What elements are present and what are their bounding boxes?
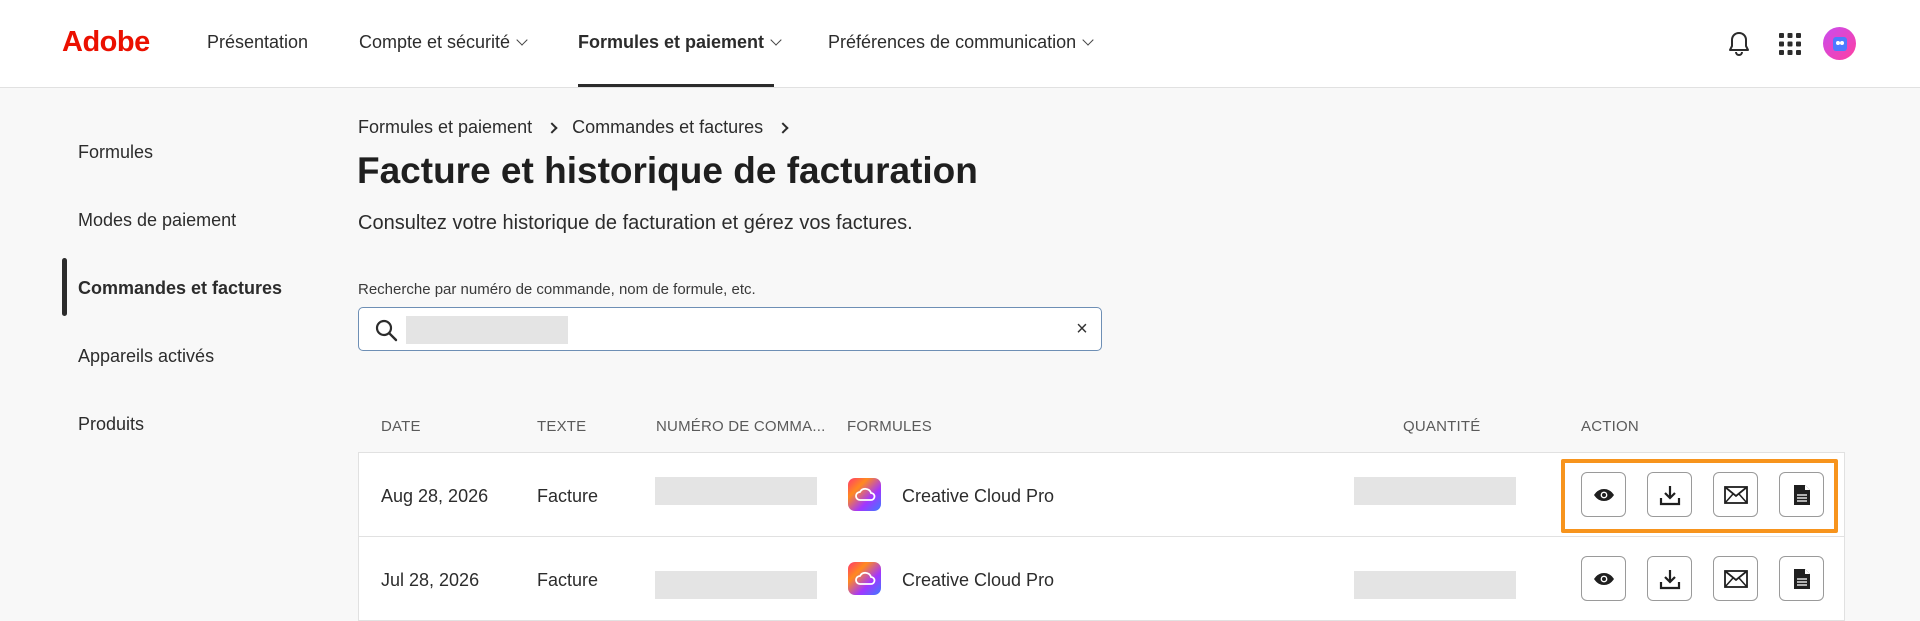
column-header-quantity[interactable]: QUANTITÉ (1403, 418, 1480, 435)
nav-account-security-label: Compte et sécurité (359, 32, 511, 52)
envelope-icon (1723, 485, 1748, 504)
nav-active-underline (578, 84, 774, 87)
column-header-action: ACTION (1581, 418, 1639, 435)
column-header-text[interactable]: TEXTE (537, 418, 586, 435)
order-number-redacted (655, 477, 817, 505)
column-header-order-number[interactable]: NUMÉRO DE COMMA... (656, 418, 825, 435)
row-date: Aug 28, 2026 (381, 486, 489, 506)
close-icon[interactable]: × (1071, 318, 1093, 340)
eye-icon (1593, 572, 1614, 585)
document-button[interactable] (1779, 472, 1824, 517)
apps-grid-icon[interactable] (1774, 28, 1806, 60)
chevron-right-icon (777, 121, 789, 134)
adobe-logo[interactable]: Adobe (62, 26, 150, 59)
row-plan: Creative Cloud Pro (902, 570, 1055, 590)
quantity-redacted (1354, 477, 1516, 505)
bell-icon[interactable] (1723, 28, 1755, 60)
search-input[interactable] (406, 314, 1026, 344)
nav-account-security[interactable]: Compte et sécurité (359, 32, 528, 53)
nav-presentation[interactable]: Présentation (207, 32, 308, 53)
row-text: Facture (537, 486, 599, 506)
page-subtitle: Consultez votre historique de facturatio… (358, 212, 913, 234)
view-button[interactable] (1581, 556, 1626, 601)
sidebar-item-payment-methods[interactable]: Modes de paiement (78, 210, 236, 231)
sidebar-item-products[interactable]: Produits (78, 414, 144, 435)
sidebar-active-indicator (62, 258, 67, 316)
chevron-down-icon (770, 34, 782, 46)
email-button[interactable] (1713, 556, 1758, 601)
nav-communication-prefs[interactable]: Préférences de communication (828, 32, 1094, 53)
download-button[interactable] (1647, 556, 1692, 601)
row-date: Jul 28, 2026 (381, 570, 480, 590)
download-icon (1659, 569, 1680, 589)
eye-icon (1593, 488, 1614, 501)
chevron-down-icon (516, 34, 528, 46)
envelope-icon (1723, 569, 1748, 588)
column-header-date[interactable]: DATE (381, 418, 421, 435)
document-button[interactable] (1779, 556, 1824, 601)
quantity-redacted (1354, 571, 1516, 599)
nav-presentation-label: Présentation (207, 32, 309, 52)
search-field[interactable]: × (358, 307, 1102, 351)
view-button[interactable] (1581, 472, 1626, 517)
chevron-down-icon (1082, 34, 1094, 46)
creative-cloud-icon (848, 478, 881, 511)
row-text: Facture (537, 570, 599, 590)
download-button[interactable] (1647, 472, 1692, 517)
order-number-redacted (655, 571, 817, 599)
search-label: Recherche par numéro de commande, nom de… (358, 281, 756, 298)
table-row: Jul 28, 2026 Facture Creative Cloud Pro (358, 536, 1845, 621)
table-row: Aug 28, 2026 Facture Creative Cloud Pro (358, 452, 1845, 537)
document-icon (1793, 484, 1810, 505)
sidebar-item-plans[interactable]: Formules (78, 142, 153, 163)
top-navigation: Adobe Présentation Compte et sécurité Fo… (0, 0, 1920, 88)
nav-plans-payment[interactable]: Formules et paiement (578, 32, 782, 53)
chevron-right-icon (546, 121, 558, 134)
page-title: Facture et historique de facturation (357, 150, 978, 191)
sidebar-item-activated-devices[interactable]: Appareils activés (78, 346, 214, 367)
avatar[interactable] (1823, 27, 1856, 60)
column-header-plans[interactable]: FORMULES (847, 418, 932, 435)
breadcrumb: Formules et paiement Commandes et factur… (358, 117, 789, 138)
document-icon (1793, 568, 1810, 589)
email-button[interactable] (1713, 472, 1758, 517)
nav-plans-payment-label: Formules et paiement (578, 32, 765, 52)
sidebar-item-orders-invoices[interactable]: Commandes et factures (78, 278, 282, 299)
download-icon (1659, 485, 1680, 505)
nav-communication-prefs-label: Préférences de communication (828, 32, 1077, 52)
creative-cloud-icon (848, 562, 881, 595)
row-plan: Creative Cloud Pro (902, 486, 1055, 506)
breadcrumb-orders-invoices[interactable]: Commandes et factures (572, 117, 763, 138)
search-icon (375, 319, 398, 342)
breadcrumb-plans-payment[interactable]: Formules et paiement (358, 117, 532, 138)
